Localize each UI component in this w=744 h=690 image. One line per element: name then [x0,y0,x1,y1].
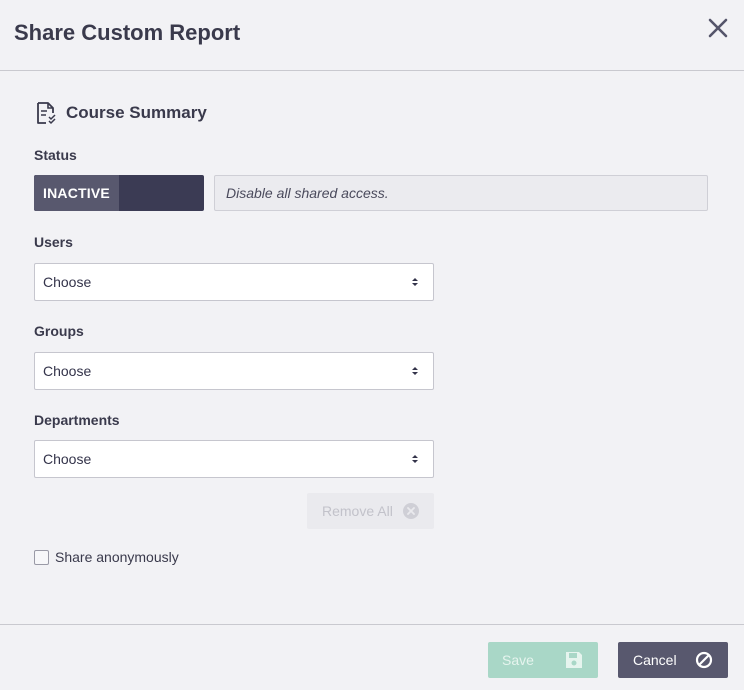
cancel-button-label: Cancel [633,652,677,668]
departments-label: Departments [34,412,120,428]
departments-select-value: Choose [43,451,92,467]
dialog-title: Share Custom Report [14,20,241,45]
share-anonymously-label: Share anonymously [55,549,179,565]
sort-arrows-icon [412,455,418,463]
save-button[interactable]: Save [488,642,598,678]
remove-circle-icon [403,503,419,519]
remove-all-button[interactable]: Remove All [307,493,434,529]
users-select-value: Choose [43,274,92,290]
cancel-circle-icon [695,651,713,669]
share-anonymously-row[interactable]: Share anonymously [34,549,179,565]
dialog-footer: Save Cancel [0,624,744,690]
close-icon[interactable] [706,16,730,40]
cancel-button[interactable]: Cancel [618,642,728,678]
floppy-disk-icon [566,652,582,668]
departments-select[interactable]: Choose [34,440,434,478]
save-button-label: Save [502,652,534,668]
users-label: Users [34,234,73,250]
sort-arrows-icon [412,367,418,375]
users-select[interactable]: Choose [34,263,434,301]
remove-all-label: Remove All [322,503,393,519]
report-icon [34,101,58,125]
status-description: Disable all shared access. [214,175,708,211]
status-toggle[interactable]: INACTIVE [34,175,204,211]
sort-arrows-icon [412,278,418,286]
report-heading: Course Summary [34,100,207,126]
dialog-header: Share Custom Report [0,0,744,71]
status-toggle-label: INACTIVE [34,175,119,211]
groups-label: Groups [34,323,84,339]
groups-select-value: Choose [43,363,92,379]
status-label: Status [34,147,77,163]
groups-select[interactable]: Choose [34,352,434,390]
report-name: Course Summary [66,103,207,122]
share-anonymously-checkbox[interactable] [34,549,49,565]
